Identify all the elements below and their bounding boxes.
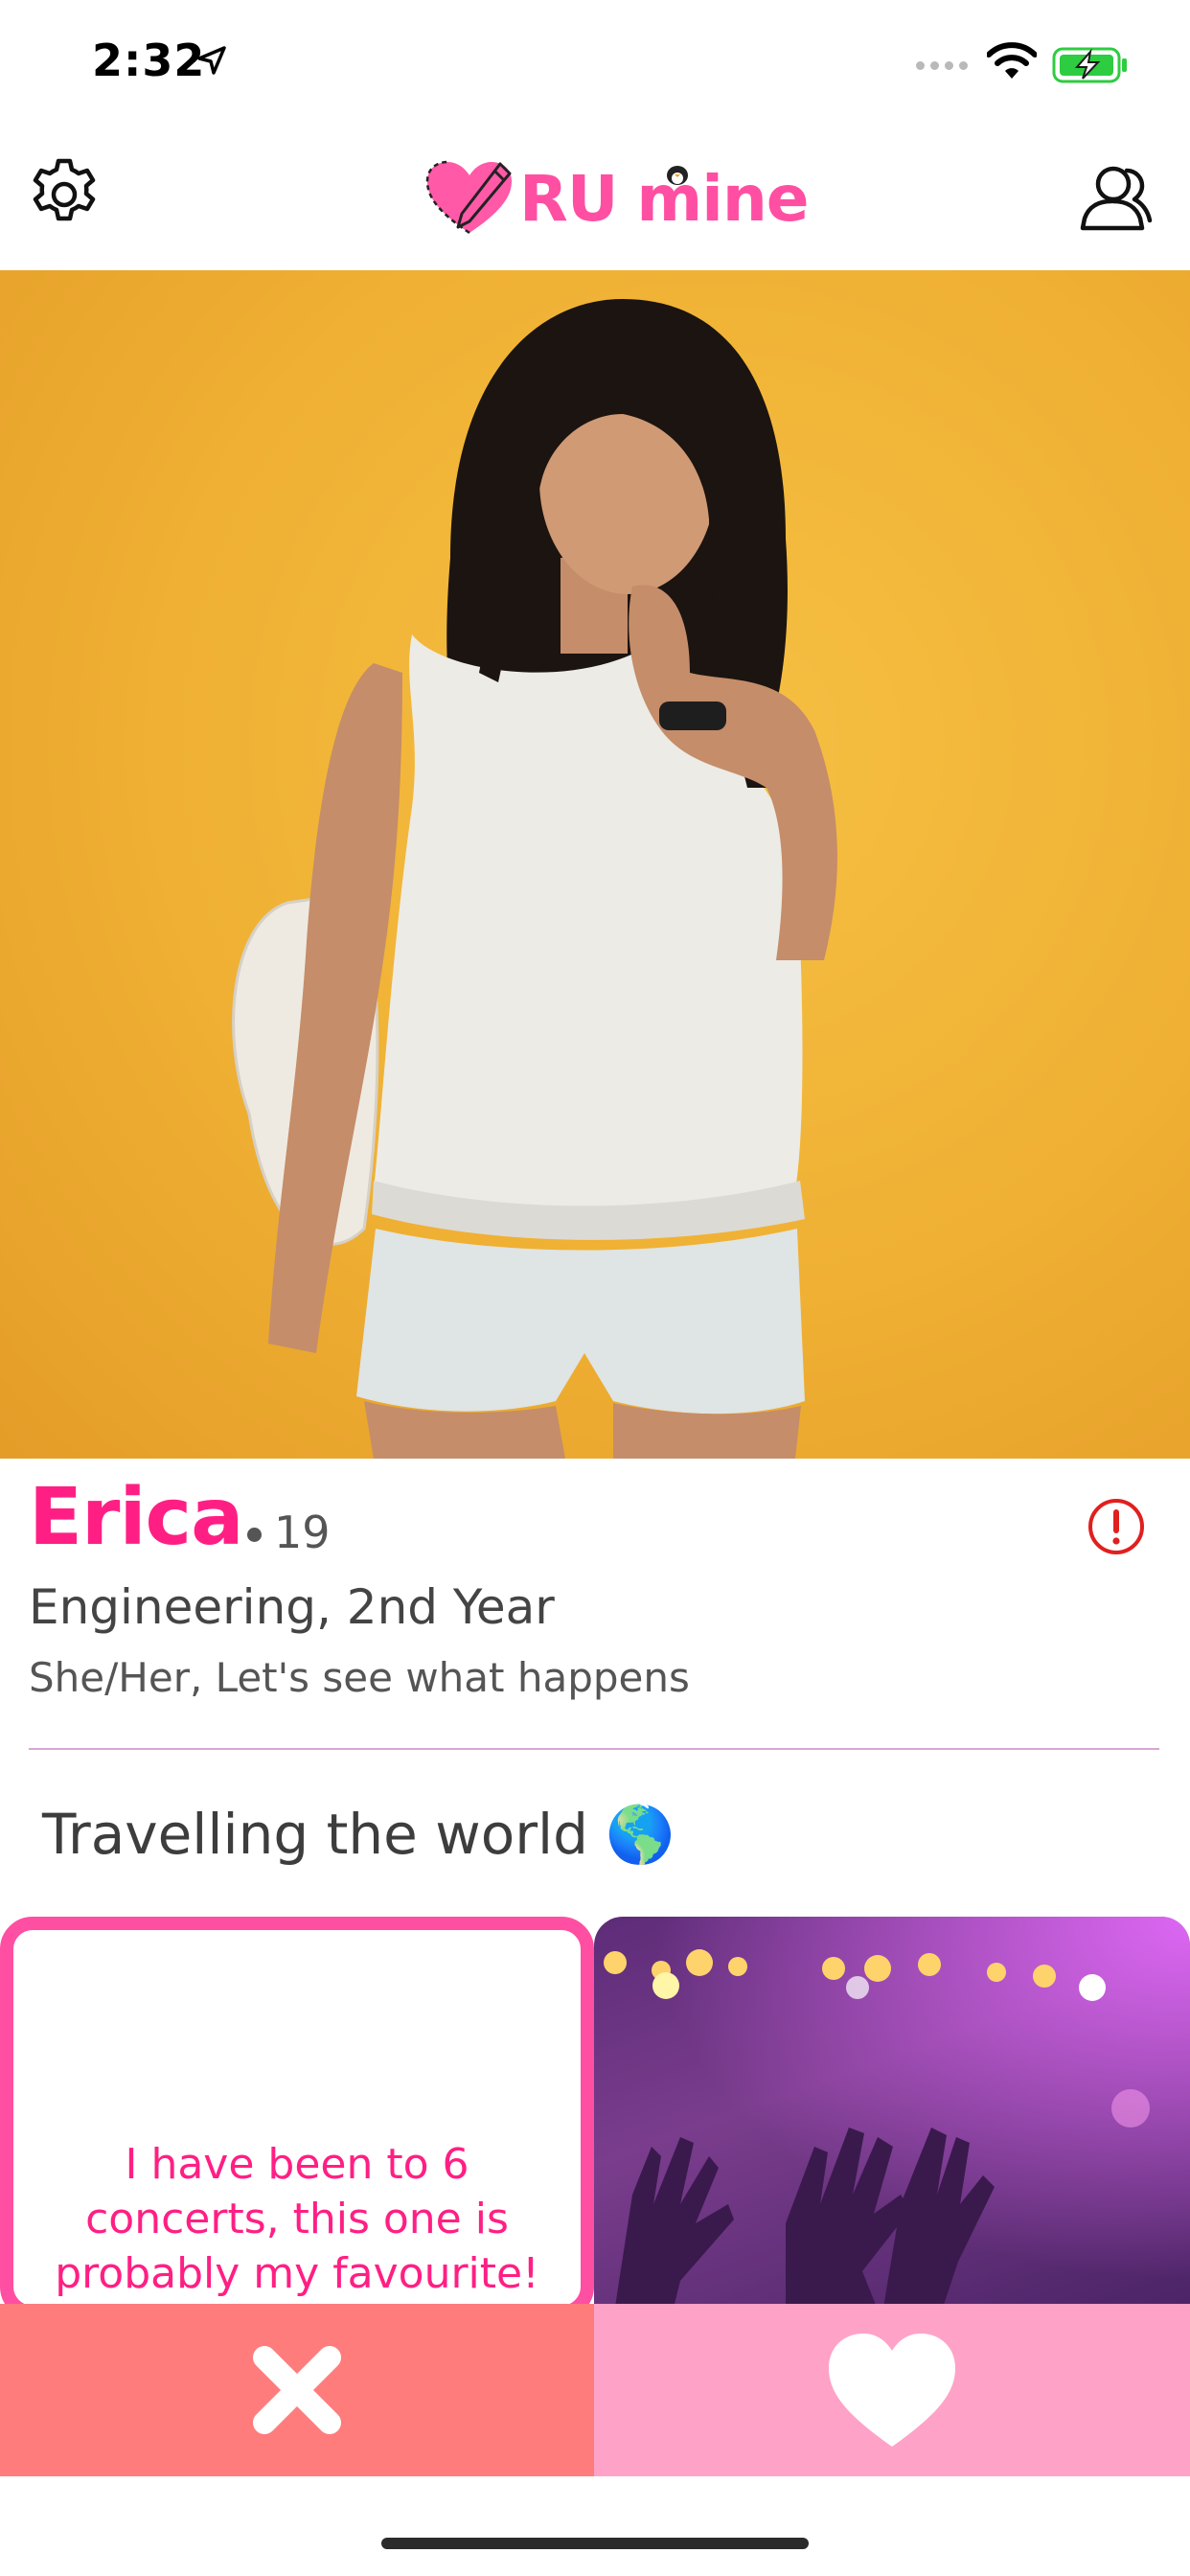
logo-ru-text: RU xyxy=(519,161,618,236)
prompt-card-text: I have been to 6 concerts, this one is p… xyxy=(55,2140,539,2298)
profile-icon[interactable] xyxy=(1073,157,1154,238)
home-indicator[interactable] xyxy=(381,2538,809,2549)
prompt-text-card[interactable]: I have been to 6 concerts, this one is p… xyxy=(0,1917,594,2319)
app-logo: RU mine xyxy=(425,155,810,242)
concert-photo-card[interactable] xyxy=(594,1917,1190,2319)
profile-prompt: Travelling the world 🌎 xyxy=(42,1802,675,1867)
section-divider xyxy=(29,1748,1159,1750)
location-arrow-icon xyxy=(197,46,226,79)
wifi-icon xyxy=(986,42,1038,84)
profile-major: Engineering, 2nd Year xyxy=(29,1579,555,1635)
like-button[interactable] xyxy=(594,2304,1190,2476)
separator-dot xyxy=(247,1528,262,1542)
heart-icon xyxy=(829,2334,955,2447)
cellular-signal-icon xyxy=(916,61,968,70)
dislike-button[interactable] xyxy=(0,2304,594,2476)
profile-age: 19 xyxy=(274,1506,331,1558)
logo-mine-text: mine xyxy=(636,161,809,236)
battery-icon xyxy=(1052,46,1129,88)
profile-pronouns-tagline: She/Her, Let's see what happens xyxy=(29,1654,690,1701)
report-alert-icon[interactable] xyxy=(1087,1497,1146,1560)
close-icon xyxy=(253,2346,341,2434)
profile-name: Erica xyxy=(29,1472,244,1563)
profile-photo[interactable] xyxy=(0,270,1190,1459)
penguin-icon xyxy=(667,166,688,185)
heart-pencil-logo-icon xyxy=(425,160,512,235)
status-time: 2:32 xyxy=(92,34,206,86)
settings-gear-icon[interactable] xyxy=(27,157,102,236)
